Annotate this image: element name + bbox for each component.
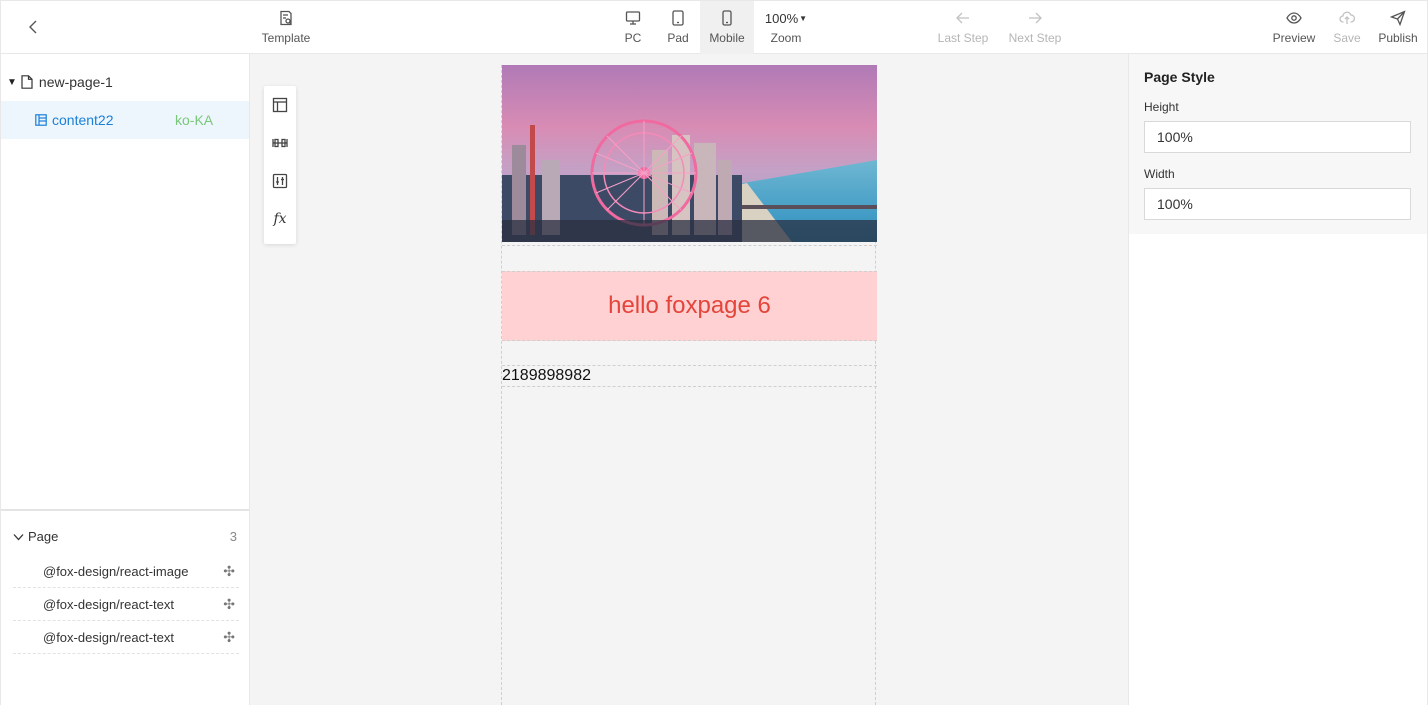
city-skyline-image [502, 65, 877, 242]
canvas-side-toolbar: fx [264, 86, 296, 244]
mobile-preview-frame: hello foxpage 6 2189898982 [501, 65, 877, 705]
caret-down-icon[interactable]: ▼ [7, 77, 17, 88]
device-pad-button[interactable]: Pad [657, 1, 699, 54]
component-list-header[interactable]: Page 3 [13, 529, 237, 544]
arrow-right-icon [1029, 12, 1042, 24]
drag-add-icon[interactable]: ✣ [223, 629, 235, 646]
last-step-label: Last Step [937, 31, 989, 45]
device-pc-button[interactable]: PC [613, 1, 653, 54]
eye-icon [1286, 12, 1302, 24]
device-mobile-label: Mobile [709, 31, 745, 45]
content-locale: ko-KA [175, 112, 214, 128]
banner-text-block[interactable]: hello foxpage 6 [502, 271, 877, 341]
list-item[interactable]: @fox-design/react-image ✣ [13, 555, 239, 588]
mobile-icon [722, 10, 732, 26]
right-panel: Page Style Height Width [1128, 54, 1428, 705]
variable-tool-button[interactable] [264, 124, 296, 162]
send-icon [1390, 10, 1406, 26]
next-step-button[interactable]: Next Step [1003, 1, 1067, 54]
template-label: Template [261, 31, 311, 45]
width-label: Width [1144, 167, 1175, 181]
layout-icon [35, 114, 47, 126]
drag-add-icon[interactable]: ✣ [223, 563, 235, 580]
list-item[interactable]: @fox-design/react-text ✣ [13, 621, 239, 654]
component-label: @fox-design/react-text [43, 629, 174, 645]
desktop-icon [625, 11, 641, 25]
save-button[interactable]: Save [1327, 1, 1367, 54]
cloud-upload-icon [1339, 11, 1355, 24]
content-name: content22 [52, 112, 114, 128]
hero-image[interactable] [502, 65, 877, 242]
publish-label: Publish [1378, 31, 1418, 45]
width-input[interactable] [1144, 188, 1411, 220]
left-panel: ▼ new-page-1 content22 ko-KA Page 3 @fox… [0, 54, 250, 705]
zoom-label: Zoom [770, 31, 802, 45]
divider [502, 245, 877, 246]
device-mobile-button[interactable]: Mobile [700, 1, 754, 54]
next-step-label: Next Step [1008, 31, 1062, 45]
condition-tool-button[interactable] [264, 162, 296, 200]
component-count: 3 [229, 529, 237, 544]
component-label: @fox-design/react-image [43, 563, 189, 579]
zoom-dropdown[interactable]: 100% ▼ Zoom [759, 1, 813, 54]
tablet-icon [672, 10, 684, 26]
list-item[interactable]: @fox-design/react-text ✣ [13, 588, 239, 621]
height-input[interactable] [1144, 121, 1411, 153]
layout-icon [272, 97, 288, 113]
editor-canvas: fx hello foxpage 6 2189898982 [250, 54, 1128, 705]
chevron-down-icon [13, 533, 24, 540]
page-name: new-page-1 [38, 74, 113, 90]
page-style-title: Page Style [1144, 69, 1215, 85]
number-text-block[interactable]: 2189898982 [502, 365, 877, 387]
page-tree-root[interactable]: ▼ new-page-1 [1, 63, 249, 101]
device-pc-label: PC [624, 31, 642, 45]
structure-tool-button[interactable] [264, 86, 296, 124]
component-list-panel: Page 3 @fox-design/react-image ✣ @fox-de… [1, 509, 249, 705]
drag-add-icon[interactable]: ✣ [223, 596, 235, 613]
back-button[interactable] [23, 17, 43, 37]
component-header-label: Page [28, 529, 59, 544]
template-icon [280, 10, 292, 26]
component-label: @fox-design/react-text [43, 596, 174, 612]
page-style-section: Page Style Height Width [1129, 54, 1427, 234]
device-pad-label: Pad [667, 31, 689, 45]
template-button[interactable]: Template [256, 1, 316, 54]
top-toolbar: Template PC Pad Mobile 100% ▼ Zoom Last S… [0, 0, 1428, 54]
arrow-left-icon [956, 12, 969, 24]
sliders-icon [272, 138, 288, 148]
zoom-value: 100% [764, 10, 799, 26]
preview-label: Preview [1272, 31, 1316, 45]
height-label: Height [1144, 100, 1179, 114]
publish-button[interactable]: Publish [1373, 1, 1423, 54]
function-tool-button[interactable]: fx [264, 200, 296, 238]
chevron-left-icon [29, 20, 37, 34]
fx-icon: fx [273, 211, 287, 227]
file-icon [21, 75, 33, 89]
last-step-button[interactable]: Last Step [931, 1, 995, 54]
tree-item-content[interactable]: content22 ko-KA [1, 101, 249, 139]
save-label: Save [1333, 31, 1361, 45]
preview-button[interactable]: Preview [1267, 1, 1321, 54]
caret-down-icon: ▼ [799, 13, 808, 23]
adjust-icon [272, 173, 288, 189]
